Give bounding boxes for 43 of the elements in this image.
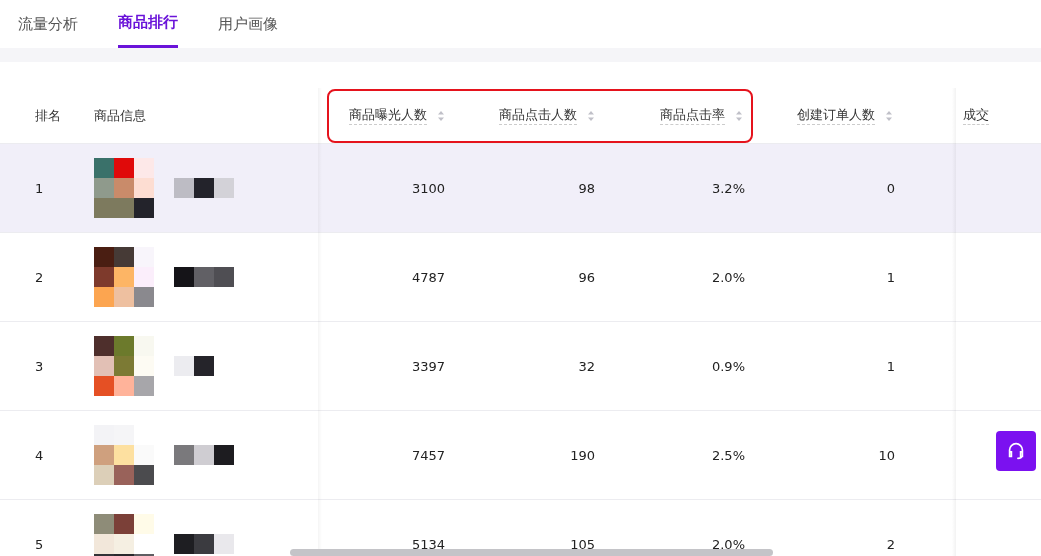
table-cell: 190 [570, 447, 595, 463]
column-header[interactable]: 商品曝光人数 [349, 106, 445, 125]
table-cell: 5 [35, 536, 44, 552]
tab[interactable]: 用户画像 [218, 0, 278, 48]
tab[interactable]: 流量分析 [18, 0, 78, 48]
sort-icon[interactable] [437, 109, 445, 122]
column-header: 成交 [963, 106, 989, 125]
customer-service-button[interactable] [996, 431, 1036, 471]
column-header: 排名 [35, 106, 61, 125]
table-cell: 2.5% [711, 447, 745, 463]
table-cell: 2 [35, 269, 44, 285]
table-row[interactable]: 2 4787 96 2.0% 1 [0, 233, 1041, 322]
table-cell: 0 [886, 180, 895, 196]
table-cell: 0.9% [711, 358, 745, 374]
column-header: 商品信息 [94, 106, 146, 125]
sort-icon[interactable] [885, 109, 893, 122]
table-row[interactable]: 3 3397 32 0.9% 1 [0, 322, 1041, 411]
table-cell: 10 [878, 447, 895, 463]
table-cell: 4787 [411, 269, 445, 285]
column-header[interactable]: 商品点击人数 [499, 106, 595, 125]
table-cell: 32 [578, 358, 595, 374]
table-cell: 98 [578, 180, 595, 196]
table-cell: 2 [886, 536, 895, 552]
table-cell: 1 [886, 358, 895, 374]
table-cell: 2.0% [711, 269, 745, 285]
table-cell: 4 [35, 447, 44, 463]
table-cell: 3 [35, 358, 44, 374]
table-cell: 96 [578, 269, 595, 285]
sort-icon[interactable] [587, 109, 595, 122]
table-cell: 105 [570, 536, 595, 552]
table-cell: 3397 [411, 358, 445, 374]
column-header[interactable]: 商品点击率 [660, 106, 743, 125]
table-cell: 3100 [411, 180, 445, 196]
scrollbar[interactable] [290, 549, 773, 556]
table-cell: 7457 [411, 447, 445, 463]
table-cell: 1 [35, 180, 44, 196]
table-cell: 3.2% [711, 180, 745, 196]
table-cell: 1 [886, 269, 895, 285]
table-cell: 2.0% [711, 536, 745, 552]
sort-icon[interactable] [735, 109, 743, 122]
table-row[interactable]: 1 3100 98 3.2% 0 [0, 144, 1041, 233]
column-header[interactable]: 创建订单人数 [797, 106, 893, 125]
table-cell: 5134 [411, 536, 445, 552]
